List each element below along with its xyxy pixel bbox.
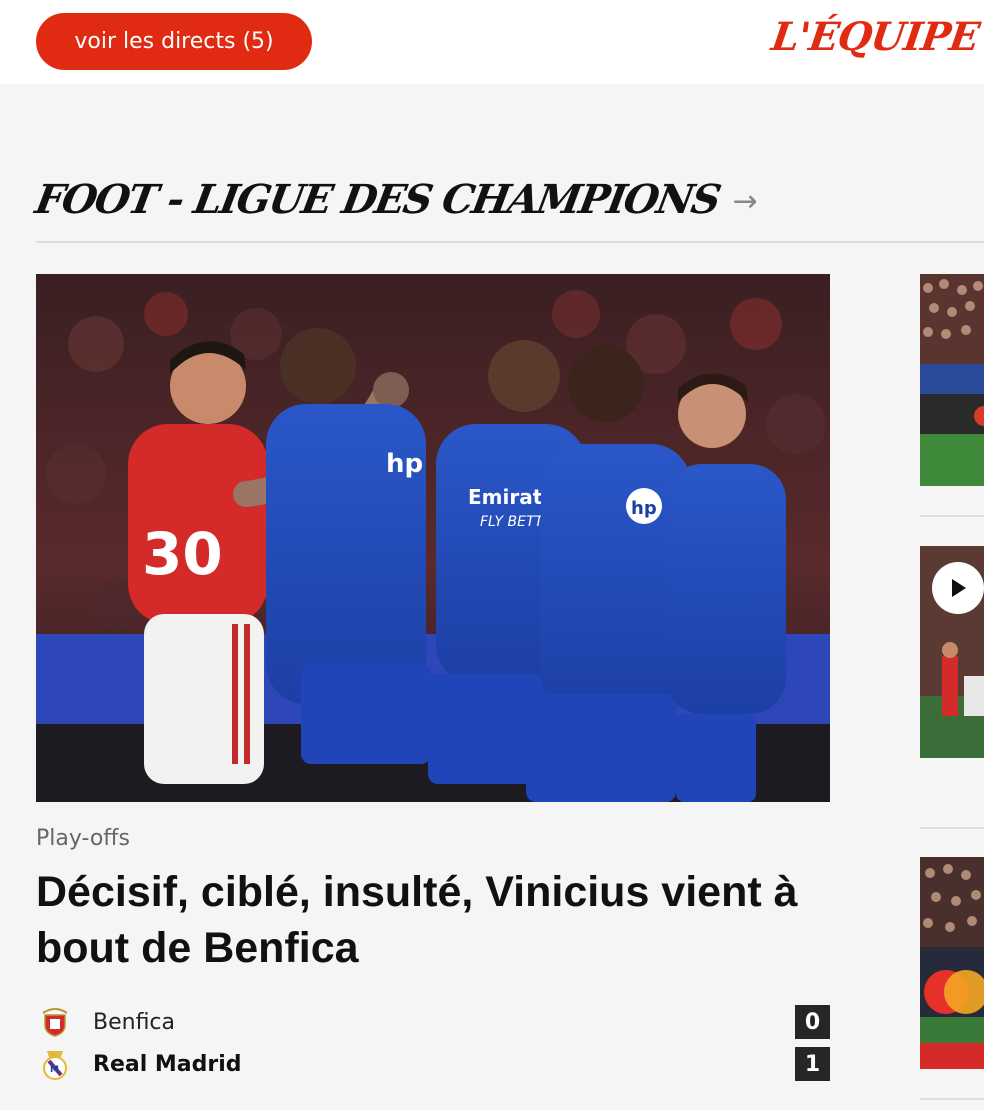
team-score: 1: [795, 1047, 830, 1081]
real-madrid-crest-icon: M: [36, 1047, 74, 1081]
svg-text:M: M: [50, 1065, 59, 1075]
team-name: Benfica: [93, 1009, 176, 1035]
sidebar-divider: [920, 515, 984, 517]
live-matches-button[interactable]: voir les directs (5): [36, 13, 312, 70]
team-score: 0: [795, 1005, 830, 1039]
play-icon[interactable]: [932, 562, 984, 614]
sidebar-divider: [920, 1098, 984, 1100]
benfica-crest-icon: [36, 1005, 74, 1039]
match-team-row[interactable]: M Real Madrid 1: [36, 1047, 830, 1081]
team-name: Real Madrid: [93, 1051, 242, 1077]
article-headline[interactable]: Décisif, ciblé, insulté, Vinicius vient …: [36, 864, 826, 976]
sidebar-thumbnail-video[interactable]: [920, 546, 984, 758]
section-title[interactable]: FOOT - LIGUE DES CHAMPIONS: [32, 176, 723, 223]
sidebar-thumbnail[interactable]: [920, 857, 984, 1069]
top-bar: voir les directs (5) L'ÉQUIPE: [0, 0, 984, 84]
arrow-right-icon[interactable]: →: [733, 184, 758, 219]
lequipe-logo[interactable]: L'ÉQUIPE: [768, 14, 981, 60]
match-team-row[interactable]: Benfica 0: [36, 1005, 830, 1039]
section-header[interactable]: FOOT - LIGUE DES CHAMPIONS →: [32, 176, 758, 223]
football-players-photo: 30 hp Emirates FLY BETTER hp: [36, 274, 830, 802]
thumbnail-image: [920, 857, 984, 1069]
sidebar-thumbnail[interactable]: [920, 274, 984, 486]
article-hero-image[interactable]: 30 hp Emirates FLY BETTER hp: [36, 274, 830, 802]
section-divider: [36, 241, 984, 243]
thumbnail-image: [920, 274, 984, 486]
svg-text:hp: hp: [386, 449, 423, 479]
svg-text:hp: hp: [631, 498, 657, 519]
sidebar-divider: [920, 827, 984, 829]
article-kicker[interactable]: Play-offs: [36, 826, 130, 851]
svg-text:30: 30: [142, 520, 223, 588]
